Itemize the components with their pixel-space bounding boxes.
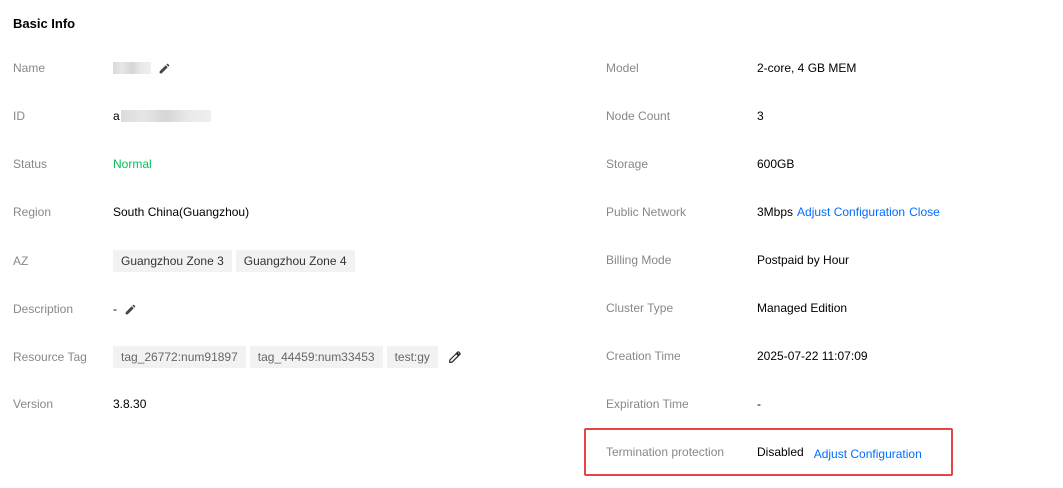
resource-tag: test:gy (386, 346, 438, 368)
az-label: AZ (13, 254, 29, 268)
pencil-icon[interactable] (448, 350, 462, 364)
model-label: Model (606, 61, 639, 75)
status-label: Status (13, 157, 48, 171)
billing-mode-value: Postpaid by Hour (757, 253, 850, 267)
cluster-type-label: Cluster Type (606, 301, 674, 315)
public-network-value: 3Mbps Adjust Configuration Close (757, 205, 940, 219)
id-redacted (120, 110, 211, 122)
termination-protection-status: Disabled (757, 445, 804, 459)
creation-time-value: 2025-07-22 11:07:09 (757, 349, 868, 363)
pencil-icon[interactable] (123, 302, 137, 316)
storage-value: 600GB (757, 157, 795, 171)
expiration-time-label: Expiration Time (606, 397, 689, 411)
model-value: 2-core, 4 GB MEM (757, 61, 857, 75)
billing-mode-label: Billing Mode (606, 253, 672, 267)
resource-tag-label: Resource Tag (13, 350, 87, 364)
node-count-value: 3 (757, 109, 764, 123)
id-prefix: a (113, 109, 120, 123)
node-count-label: Node Count (606, 109, 671, 123)
status-value: Normal (113, 157, 152, 171)
pencil-icon[interactable] (157, 61, 171, 75)
adjust-configuration-link[interactable]: Adjust Configuration (797, 205, 905, 219)
region-value: South China(Guangzhou) (113, 205, 250, 219)
creation-time-label: Creation Time (606, 349, 681, 363)
public-network-bandwidth: 3Mbps (757, 205, 794, 219)
name-value (113, 61, 171, 75)
az-tag: Guangzhou Zone 3 (113, 250, 232, 272)
az-value: Guangzhou Zone 3 Guangzhou Zone 4 (113, 250, 359, 272)
section-title: Basic Info (13, 16, 76, 31)
close-public-network-link[interactable]: Close (909, 205, 940, 219)
name-redacted (113, 62, 151, 74)
description-text: - (113, 302, 117, 316)
description-label: Description (13, 302, 74, 316)
id-value: a (113, 109, 211, 123)
cluster-type-value: Managed Edition (757, 301, 848, 315)
termination-protection-label: Termination protection (606, 445, 725, 459)
version-value: 3.8.30 (113, 397, 147, 411)
resource-tag-value: tag_26772:num91897 tag_44459:num33453 te… (113, 346, 462, 368)
version-label: Version (13, 397, 54, 411)
expiration-time-value: - (757, 397, 761, 411)
name-label: Name (13, 61, 46, 75)
id-label: ID (13, 109, 25, 123)
az-tag: Guangzhou Zone 4 (235, 250, 355, 272)
public-network-label: Public Network (606, 205, 687, 219)
termination-protection-value: Disabled Adjust Configuration (757, 444, 922, 461)
description-value: - (113, 302, 137, 316)
region-label: Region (13, 205, 52, 219)
resource-tag: tag_44459:num33453 (249, 346, 383, 368)
basic-info-panel: Basic Info Name ID a Status Normal Regio… (0, 0, 1063, 488)
storage-label: Storage (606, 157, 649, 171)
resource-tag: tag_26772:num91897 (113, 346, 246, 368)
adjust-termination-protection-link[interactable]: Adjust Configuration (814, 447, 922, 461)
